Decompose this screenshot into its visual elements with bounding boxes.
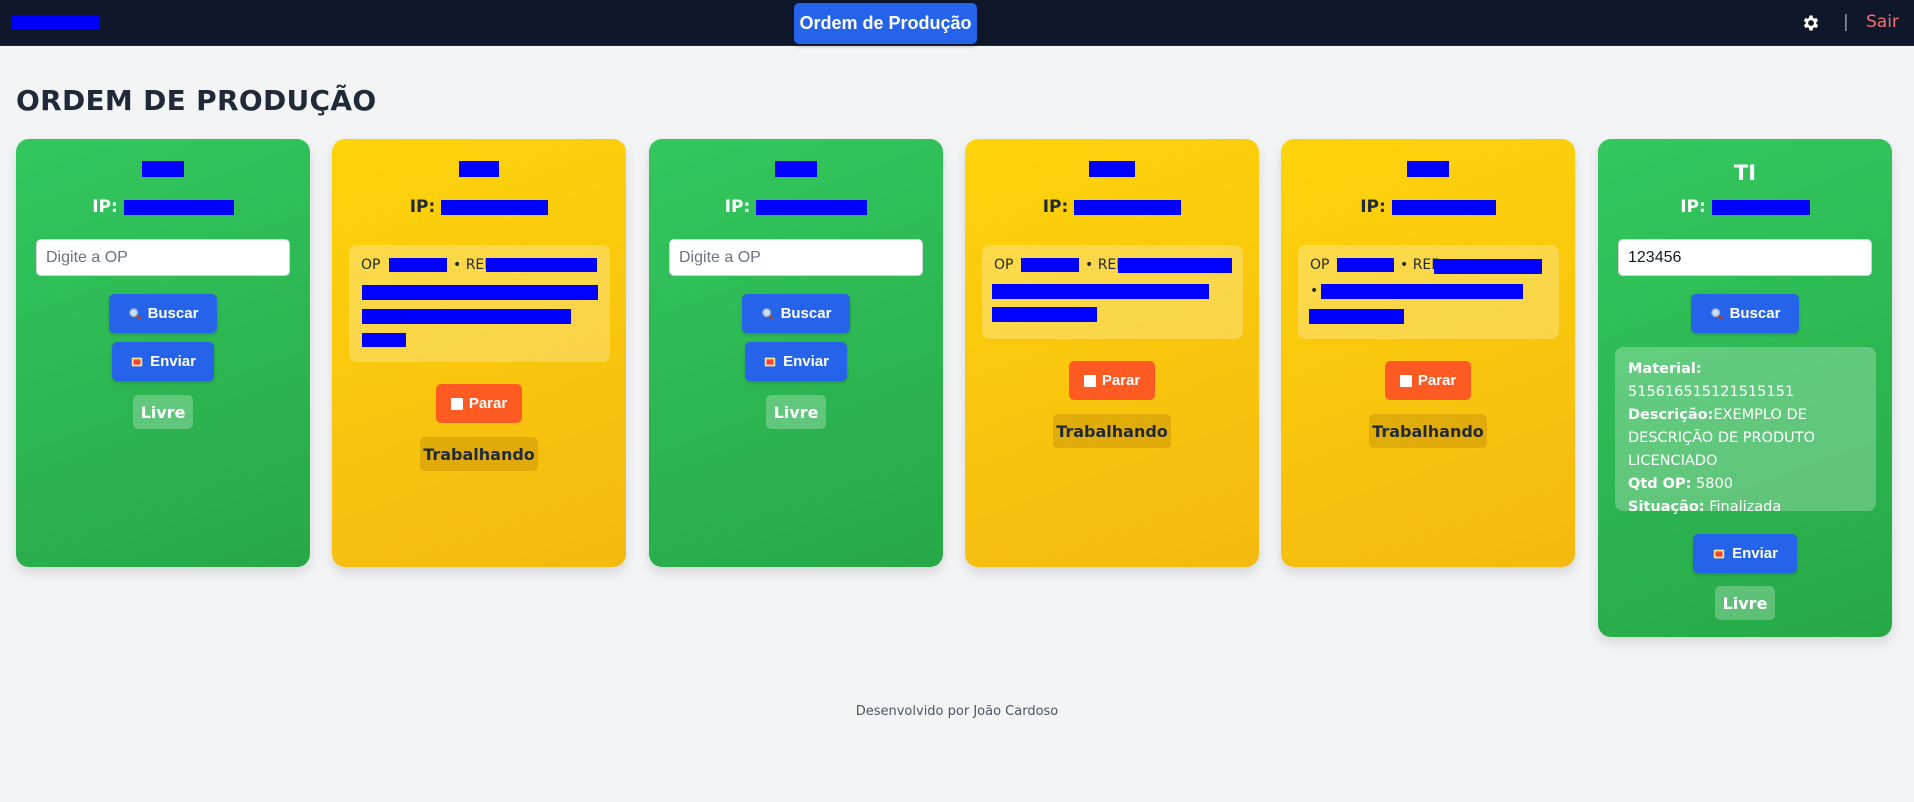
stop-icon bbox=[1083, 374, 1096, 387]
op-input[interactable] bbox=[36, 239, 290, 276]
stop-button[interactable]: Parar bbox=[1069, 361, 1155, 400]
op-info-box: OP • REF: bbox=[982, 245, 1243, 339]
machine-ip: IP: bbox=[1281, 197, 1575, 217]
send-button[interactable]: Enviar bbox=[745, 342, 847, 381]
logout-link[interactable]: Sair bbox=[1866, 12, 1899, 32]
status-badge: Trabalhando bbox=[1053, 414, 1171, 448]
send-icon bbox=[1713, 549, 1725, 558]
op-input[interactable] bbox=[669, 239, 923, 276]
status-badge: Livre bbox=[133, 395, 193, 429]
op-prefix: OP bbox=[994, 257, 1014, 273]
status-badge: Trabalhando bbox=[420, 437, 538, 471]
search-icon bbox=[1710, 307, 1723, 320]
machine-card: IP: Buscar Enviar Livre bbox=[649, 139, 943, 567]
stop-icon bbox=[1399, 374, 1412, 387]
stop-button[interactable]: Parar bbox=[1385, 361, 1471, 400]
send-button[interactable]: Enviar bbox=[1693, 534, 1797, 573]
machine-card: IP: Buscar Enviar Livre bbox=[16, 139, 310, 567]
status-badge: Trabalhando bbox=[1369, 414, 1487, 448]
material-row: Material: 515616515121515151 bbox=[1628, 361, 1795, 400]
machine-card: IP: OP • REF: Parar Trabalhando bbox=[332, 139, 626, 567]
ip-label: IP: bbox=[1042, 197, 1069, 217]
status-badge: Livre bbox=[1715, 586, 1775, 620]
machine-card: IP: OP • REF: • Parar Trabalhando bbox=[1281, 139, 1575, 567]
send-button[interactable]: Enviar bbox=[112, 342, 214, 381]
op-prefix: OP bbox=[1310, 257, 1330, 273]
ip-label: IP: bbox=[724, 197, 751, 217]
op-info-box: OP • REF: • bbox=[1298, 245, 1559, 339]
ip-label: IP: bbox=[409, 197, 436, 217]
bullet: • bbox=[1310, 283, 1319, 299]
stop-icon bbox=[450, 397, 463, 410]
machine-ip: IP: bbox=[1598, 197, 1892, 217]
description-row: Descrição:EXEMPLO DE DESCRIÇÃO DE PRODUT… bbox=[1628, 407, 1816, 469]
ip-label: IP: bbox=[1360, 197, 1386, 217]
search-button[interactable]: Buscar bbox=[742, 294, 850, 333]
top-navbar: Ordem de Produção | Sair bbox=[0, 0, 1914, 46]
search-button[interactable]: Buscar bbox=[109, 294, 217, 333]
ip-label: IP: bbox=[1680, 197, 1706, 217]
op-input[interactable] bbox=[1618, 239, 1872, 276]
nav-production-order-button[interactable]: Ordem de Produção bbox=[794, 3, 977, 44]
machine-card: TI IP: Buscar Material: 5156165151215151… bbox=[1598, 139, 1892, 637]
search-button[interactable]: Buscar bbox=[1691, 294, 1799, 333]
stop-button[interactable]: Parar bbox=[436, 384, 522, 423]
footer-credit: Desenvolvido por João Cardoso bbox=[855, 704, 1059, 719]
machine-name bbox=[332, 161, 626, 183]
op-details-box: Material: 515616515121515151 Descrição:E… bbox=[1615, 347, 1876, 515]
machine-name bbox=[16, 161, 310, 183]
op-prefix: OP bbox=[361, 257, 381, 273]
situation-row: Situação: Finalizada bbox=[1628, 499, 1782, 515]
logo-redacted bbox=[12, 15, 100, 29]
ip-label: IP: bbox=[92, 197, 118, 217]
header-separator: | bbox=[1843, 12, 1849, 32]
machine-name bbox=[1281, 161, 1575, 183]
machine-ip: IP: bbox=[649, 197, 943, 217]
machine-name: TI bbox=[1733, 161, 1757, 185]
search-icon bbox=[128, 307, 141, 320]
machine-ip: IP: bbox=[965, 197, 1259, 217]
machine-name bbox=[649, 161, 943, 183]
qty-row: Qtd OP: 5800 bbox=[1628, 476, 1733, 492]
op-info-box: OP • REF: bbox=[349, 245, 610, 362]
send-icon bbox=[131, 357, 143, 366]
status-badge: Livre bbox=[766, 395, 826, 429]
machine-name bbox=[965, 161, 1259, 183]
page-title: ORDEM DE PRODUÇÃO bbox=[16, 84, 377, 117]
gear-icon[interactable] bbox=[1801, 13, 1821, 33]
machine-ip: IP: bbox=[16, 197, 310, 217]
send-icon bbox=[764, 357, 776, 366]
machine-card: IP: OP • REF: Parar Trabalhando bbox=[965, 139, 1259, 567]
machine-ip: IP: bbox=[332, 197, 626, 217]
search-icon bbox=[761, 307, 774, 320]
